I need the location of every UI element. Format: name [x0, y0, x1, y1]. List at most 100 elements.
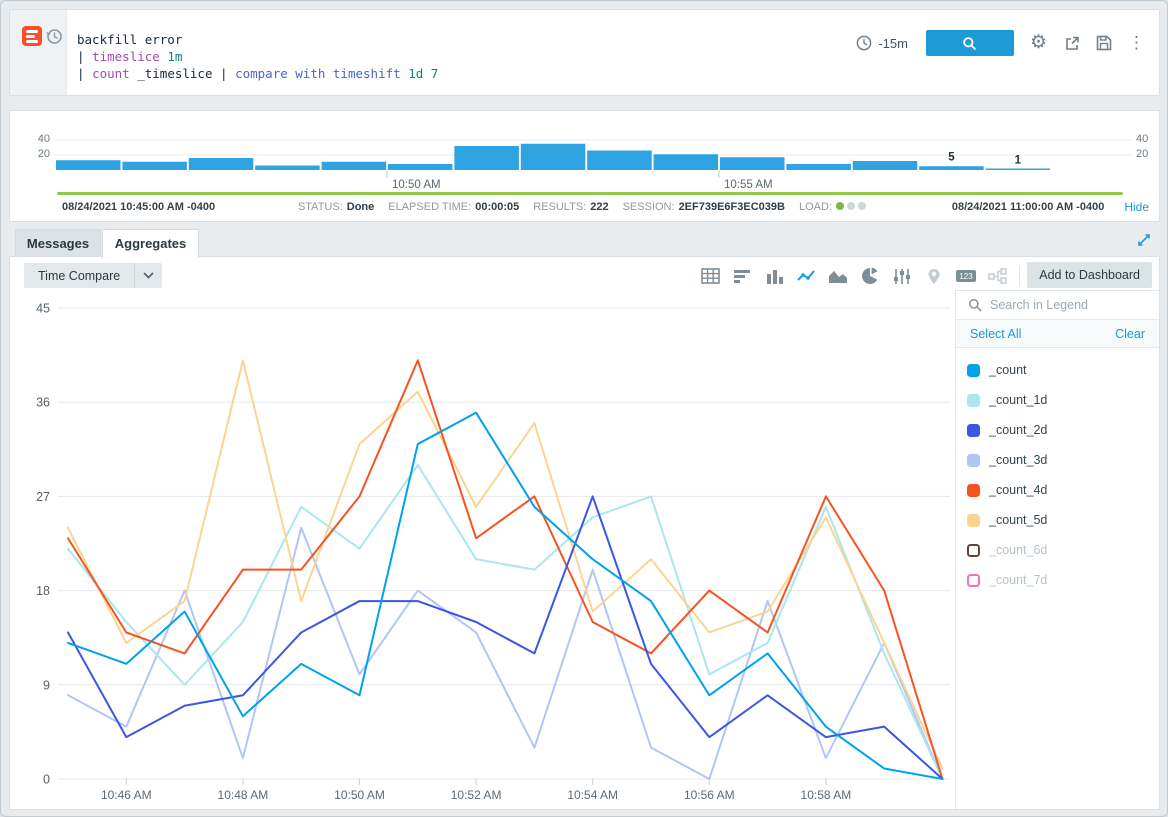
box-plot-icon[interactable] [891, 267, 913, 285]
legend-item-_count_7d[interactable]: _count_7d [956, 565, 1159, 595]
elapsed-value: 00:00:05 [475, 201, 519, 213]
legend-item-_count[interactable]: _count [956, 355, 1159, 385]
search-history-icon[interactable] [46, 28, 63, 50]
tab-aggregates[interactable]: Aggregates [102, 229, 199, 258]
legend-swatch[interactable] [967, 424, 980, 437]
aggregates-line-chart[interactable]: 091827364510:46 AM10:48 AM10:50 AM10:52 … [10, 290, 957, 811]
message-histogram-chart[interactable]: 5110:50 AM10:55 AM [54, 121, 1132, 191]
start-search-button[interactable] [926, 30, 1014, 56]
table-view-icon[interactable] [699, 267, 721, 285]
legend-swatch[interactable] [967, 394, 980, 407]
legend-label: _count_3d [989, 453, 1047, 467]
legend-swatch[interactable] [967, 484, 980, 497]
load-label: LOAD: [799, 201, 832, 213]
hist-ytick-left-20: 20 [32, 148, 50, 160]
legend-label: _count [989, 363, 1027, 377]
results-panel: Messages Aggregates Time Compare [9, 228, 1160, 810]
svg-text:10:55 AM: 10:55 AM [724, 179, 773, 191]
chevron-down-icon[interactable] [134, 263, 162, 288]
legend-clear-link[interactable]: Clear [1115, 327, 1145, 341]
legend-label: _count_4d [989, 483, 1047, 497]
svg-text:10:48 AM: 10:48 AM [218, 788, 269, 802]
message-histogram-panel: 40 20 40 20 5110:50 AM10:55 AM 08/24/202… [9, 110, 1160, 222]
legend-swatch[interactable] [967, 454, 980, 467]
column-chart-icon[interactable] [763, 267, 785, 285]
flow-diagram-icon[interactable] [987, 267, 1009, 285]
bar-chart-icon[interactable] [731, 267, 753, 285]
legend-swatch[interactable] [967, 364, 980, 377]
search-icon [962, 36, 977, 51]
query-controls: -15m ⚙ ⋮ [856, 29, 1145, 57]
svg-text:45: 45 [36, 301, 50, 315]
area-chart-icon[interactable] [827, 267, 849, 285]
query-line: | timeslice 1m [77, 48, 438, 65]
svg-text:1: 1 [1015, 154, 1022, 166]
query-line: | count _timeslice | compare with timesh… [77, 65, 438, 82]
time-compare-button[interactable]: Time Compare [24, 263, 162, 288]
results-tabs: Messages Aggregates [9, 228, 1160, 257]
range-end-time: 08/24/2021 11:00:00 AM -0400 [952, 201, 1104, 213]
series-_count_3d [68, 528, 943, 779]
series-_count_1d [68, 465, 943, 779]
gear-icon[interactable]: ⚙ [1030, 34, 1047, 52]
legend-label: _count_2d [989, 423, 1047, 437]
single-value-icon[interactable]: 123 [955, 267, 977, 285]
svg-text:10:50 AM: 10:50 AM [392, 179, 441, 191]
kebab-menu-icon[interactable]: ⋮ [1128, 35, 1145, 51]
legend-item-_count_5d[interactable]: _count_5d [956, 505, 1159, 535]
tab-messages[interactable]: Messages [15, 229, 101, 257]
results-label: RESULTS: [533, 201, 586, 213]
clock-icon [856, 35, 872, 51]
hist-ytick-right-20: 20 [1136, 148, 1154, 160]
legend-search-icon [968, 298, 982, 312]
legend-item-_count_3d[interactable]: _count_3d [956, 445, 1159, 475]
legend-select-row: Select All Clear [956, 320, 1159, 348]
expand-panel-icon[interactable] [1136, 232, 1152, 251]
query-editor[interactable]: backfill error| timeslice 1m| count _tim… [77, 31, 438, 82]
legend-item-_count_4d[interactable]: _count_4d [956, 475, 1159, 505]
save-icon[interactable] [1096, 35, 1112, 51]
session-value: 2EF739E6F3EC039B [679, 201, 785, 213]
aggregates-panel: Time Compare [9, 256, 1160, 810]
time-range-button[interactable]: -15m [856, 35, 908, 51]
chart-type-toolbar: 123 ⚙ [699, 266, 1047, 286]
query-side-strip [10, 10, 67, 95]
session-label: SESSION: [623, 201, 675, 213]
add-to-dashboard-button[interactable]: Add to Dashboard [1027, 262, 1152, 288]
svg-text:36: 36 [36, 396, 50, 410]
legend-item-_count_6d[interactable]: _count_6d [956, 535, 1159, 565]
legend-label: _count_6d [989, 543, 1047, 557]
status-label: STATUS: [298, 201, 343, 213]
legend-swatch[interactable] [967, 544, 980, 557]
legend-search-row [956, 291, 1159, 320]
query-panel: backfill error| timeslice 1m| count _tim… [9, 9, 1160, 96]
sumo-logic-search-window: backfill error| timeslice 1m| count _tim… [0, 0, 1168, 817]
legend-item-_count_2d[interactable]: _count_2d [956, 415, 1159, 445]
svg-text:9: 9 [43, 678, 50, 692]
svg-text:10:58 AM: 10:58 AM [801, 788, 852, 802]
share-icon[interactable] [1063, 35, 1080, 52]
legend-item-_count_1d[interactable]: _count_1d [956, 385, 1159, 415]
svg-text:10:56 AM: 10:56 AM [684, 788, 735, 802]
pie-chart-icon[interactable] [859, 267, 881, 285]
legend-swatch[interactable] [967, 514, 980, 527]
map-pin-icon[interactable] [923, 267, 945, 285]
search-status-bar: 08/24/2021 10:45:00 AM -0400 STATUS: Don… [62, 198, 1149, 216]
svg-text:10:46 AM: 10:46 AM [101, 788, 152, 802]
series-_count [68, 413, 943, 779]
legend-select-all-link[interactable]: Select All [970, 327, 1021, 341]
legend-label: _count_7d [989, 573, 1047, 587]
svg-text:18: 18 [36, 584, 50, 598]
hide-histogram-link[interactable]: Hide [1124, 200, 1149, 214]
svg-text:10:52 AM: 10:52 AM [451, 788, 502, 802]
time-range-value: -15m [878, 36, 908, 51]
line-chart-icon[interactable] [795, 267, 817, 285]
query-line: backfill error [77, 31, 438, 48]
legend-search-input[interactable] [990, 298, 1140, 312]
range-start-time: 08/24/2021 10:45:00 AM -0400 [62, 201, 215, 213]
search-progress-bar [57, 192, 1123, 195]
toolbar-divider [1019, 266, 1020, 286]
legend-swatch[interactable] [967, 574, 980, 587]
legend-items-list: _count _count_1d _count_2d _count_3d _count_… [956, 348, 1159, 595]
elapsed-label: ELAPSED TIME: [388, 201, 471, 213]
